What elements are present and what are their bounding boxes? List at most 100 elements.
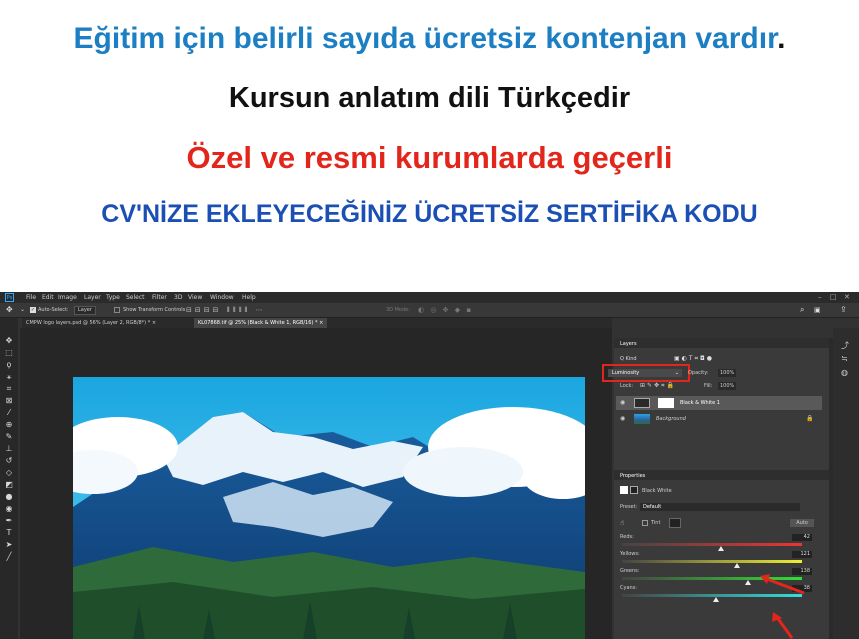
workspace-icon[interactable]: ▣	[814, 303, 821, 317]
layer-filter-icons[interactable]: ▣◐T⌗◘●	[674, 355, 714, 363]
gradient-icon[interactable]: ◩	[4, 480, 14, 490]
adjustment-icon	[634, 398, 650, 408]
banner-line-validity: Özel ve resmi kurumlarda geçerli	[186, 140, 673, 175]
marquee-icon[interactable]: ⬚	[4, 348, 14, 358]
close-tab-icon[interactable]: ×	[152, 320, 156, 326]
frame-icon[interactable]: ⊠	[4, 396, 14, 406]
auto-select-dropdown[interactable]: Layer	[74, 306, 96, 315]
menu-layer[interactable]: Layer	[84, 292, 101, 303]
ps-logo-icon: Ps	[5, 293, 14, 302]
slider-label: Reds:	[620, 534, 634, 540]
tab-kl07868[interactable]: KL07868.tif @ 25% (Black & White 1, RGB/…	[194, 318, 328, 328]
menu-bar: Ps File Edit Image Layer Type Select Fil…	[0, 292, 859, 303]
background-thumbnail	[634, 414, 650, 424]
layers-tab-bar	[614, 338, 829, 348]
slider-track[interactable]	[622, 560, 802, 563]
layers-panel-title[interactable]: Layers	[620, 341, 637, 347]
preset-dropdown[interactable]: Default	[640, 503, 800, 511]
slider-value-field[interactable]: 121	[792, 551, 812, 558]
stamp-icon[interactable]: ⊥	[4, 444, 14, 454]
history-brush-icon[interactable]: ↺	[4, 456, 14, 466]
tab-label: KL07868.tif @ 25% (Black & White 1, RGB/…	[198, 320, 318, 326]
slider-thumb[interactable]	[712, 597, 719, 602]
slider-thumb[interactable]	[734, 563, 741, 568]
landscape-image	[73, 377, 585, 639]
crop-icon[interactable]: ⌗	[4, 384, 14, 394]
show-transform-checkbox[interactable]	[114, 307, 120, 313]
tint-color-swatch[interactable]	[669, 518, 681, 528]
shape-icon[interactable]: ╱	[4, 552, 14, 562]
menu-type[interactable]: Type	[106, 292, 120, 303]
menu-select[interactable]: Select	[126, 292, 145, 303]
layer-row-black-white[interactable]: ◉ Black & White 1	[616, 396, 822, 410]
slider-thumb[interactable]	[718, 546, 724, 551]
chevron-down-icon: ⌄	[674, 370, 679, 376]
close-icon[interactable]: ✕	[844, 292, 850, 303]
layer-row-background[interactable]: ◉ Background 🔒	[616, 412, 822, 426]
options-bar: ✥ ⌄ ✓ Auto-Select: Layer Show Transform …	[0, 303, 859, 318]
targeted-adjust-icon[interactable]: ☝	[620, 519, 624, 527]
eyedropper-icon[interactable]: ⁄	[4, 408, 14, 418]
maximize-icon[interactable]: □	[830, 292, 837, 303]
lasso-icon[interactable]: ϙ	[4, 360, 14, 370]
eye-icon[interactable]: ◉	[620, 415, 625, 422]
layer-mask-thumbnail	[658, 398, 674, 408]
tint-label: Tint	[651, 520, 661, 526]
align-icons[interactable]: ⊟⊟⊟⊟ ⫴⫴⫴⫴ ⋯	[186, 303, 266, 317]
dodge-icon[interactable]: ◉	[4, 504, 14, 514]
menu-window[interactable]: Window	[210, 292, 234, 303]
canvas-area[interactable]	[20, 328, 612, 639]
slider-track[interactable]	[622, 543, 802, 546]
tools-panel: ✥ ⬚ ϙ ⚹ ⌗ ⊠ ⁄ ⊕ ✎ ⊥ ↺ ◇ ◩ ● ◉ ✒ T ➤ ╱	[0, 318, 18, 639]
menu-edit[interactable]: Edit	[42, 292, 54, 303]
menu-view[interactable]: View	[188, 292, 202, 303]
auto-button[interactable]: Auto	[790, 519, 814, 527]
auto-select-checkbox[interactable]: ✓	[30, 307, 36, 313]
share-icon[interactable]: ⇪	[840, 303, 847, 317]
healing-icon[interactable]: ⊕	[4, 420, 14, 430]
tab-cmpw-logo[interactable]: CMPW logo layers.psd @ 56% (Layer 2, RGB…	[22, 318, 160, 328]
menu-3d[interactable]: 3D	[174, 292, 182, 303]
eraser-icon[interactable]: ◇	[4, 468, 14, 478]
blend-mode-dropdown[interactable]: Luminosity ⌄	[608, 369, 682, 377]
styles-icon[interactable]: ◍	[841, 368, 848, 377]
pen-icon[interactable]: ✒	[4, 516, 14, 526]
slider-label: Greens:	[620, 568, 640, 574]
opacity-field[interactable]: 100%	[718, 369, 737, 377]
mountain-photo	[73, 377, 585, 639]
banner-line-language: Kursun anlatım dili Türkçedir	[228, 82, 631, 114]
properties-panel-title[interactable]: Properties	[620, 473, 645, 479]
slider-value-field[interactable]: 42	[792, 534, 812, 541]
move-tool-icon[interactable]: ✥	[6, 303, 13, 317]
menu-image[interactable]: Image	[58, 292, 77, 303]
close-tab-icon[interactable]: ×	[319, 320, 323, 326]
chevron-down-icon[interactable]: ⌄	[20, 303, 25, 317]
minimize-icon[interactable]: –	[818, 292, 822, 303]
move-icon[interactable]: ✥	[4, 336, 14, 346]
history-icon[interactable]: ⤴	[841, 340, 849, 351]
menu-help[interactable]: Help	[242, 292, 256, 303]
magic-wand-icon[interactable]: ⚹	[4, 372, 14, 382]
menu-file[interactable]: File	[26, 292, 36, 303]
path-select-icon[interactable]: ➤	[4, 540, 14, 550]
type-icon[interactable]: T	[4, 528, 14, 538]
eye-icon[interactable]: ◉	[620, 399, 625, 406]
search-icon[interactable]: ⌕	[800, 303, 804, 317]
adjustments-icon[interactable]: ≒	[841, 354, 848, 363]
lock-icons[interactable]: ⊞✎✥⌗🔒	[640, 382, 676, 390]
properties-tab-bar	[614, 470, 829, 480]
opacity-label: Opacity:	[688, 370, 709, 376]
right-panels: Layers Q Kind ▣◐T⌗◘● Luminosity ⌄ Opacity…	[602, 338, 829, 639]
banner-line-dot: .	[777, 22, 786, 55]
slider-thumb[interactable]	[745, 580, 751, 585]
layer-name: Background	[656, 416, 686, 422]
mask-icon	[630, 486, 638, 494]
slider-label: Cyans:	[620, 585, 637, 591]
menu-filter[interactable]: Filter	[152, 292, 167, 303]
tint-checkbox[interactable]	[642, 520, 648, 526]
fill-field[interactable]: 100%	[718, 382, 737, 390]
brush-icon[interactable]: ✎	[4, 432, 14, 442]
blur-icon[interactable]: ●	[4, 492, 14, 502]
lock-icon: 🔒	[806, 415, 814, 422]
layer-filter-kind[interactable]: Q Kind	[620, 356, 637, 362]
